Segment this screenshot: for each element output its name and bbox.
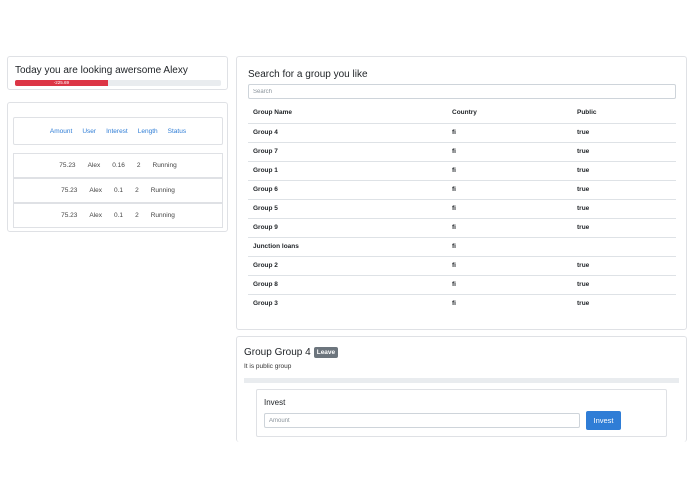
invest-label: Invest	[264, 398, 286, 407]
loan-length: 2	[136, 162, 141, 169]
group-public: true	[572, 274, 676, 294]
loan-user: Alex	[89, 187, 103, 194]
table-row[interactable]: Group 1 fi true	[248, 160, 676, 180]
group-name: Group 3	[248, 293, 447, 313]
loan-row: 75.23 Alex 0.1 2 Running	[13, 178, 223, 203]
table-row[interactable]: Junction loans fi	[248, 236, 676, 256]
balance-label: -225.69	[53, 80, 69, 85]
group-title: Group Group 4 Leave	[244, 347, 339, 358]
loan-amount: 75.23	[61, 187, 78, 194]
loans-header-status[interactable]: Status	[163, 128, 191, 135]
group-country: fi	[447, 141, 572, 161]
group-public: true	[572, 141, 676, 161]
loans-header-length[interactable]: Length	[133, 128, 163, 135]
group-country: fi	[447, 217, 572, 237]
amount-input[interactable]	[264, 413, 580, 428]
leave-button[interactable]: Leave	[313, 347, 339, 358]
table-row[interactable]: Group 7 fi true	[248, 141, 676, 161]
group-country: fi	[447, 255, 572, 275]
invest-button[interactable]: Invest	[586, 411, 621, 430]
group-title-text: Group Group 4	[244, 347, 311, 358]
group-name: Group 9	[248, 217, 447, 237]
loan-interest: 0.1	[114, 212, 124, 219]
loan-amount: 75.23	[61, 212, 78, 219]
group-name: Group 1	[248, 160, 447, 180]
loans-header-amount[interactable]: Amount	[45, 128, 77, 135]
search-input[interactable]	[248, 84, 676, 99]
group-country: fi	[447, 179, 572, 199]
table-row[interactable]: Group 6 fi true	[248, 179, 676, 199]
loan-length: 2	[135, 187, 139, 194]
loan-row: 75.23 Alex 0.16 2 Running	[13, 153, 223, 178]
loans-card: Amount User Interest Length Status 75.23…	[7, 102, 228, 232]
group-name: Group 6	[248, 179, 447, 199]
invest-panel: Invest Invest	[256, 389, 667, 437]
column-public: Public	[572, 103, 676, 124]
group-public: true	[572, 217, 676, 237]
group-public: true	[572, 160, 676, 180]
loan-length: 2	[135, 212, 139, 219]
loans-header-interest[interactable]: Interest	[101, 128, 133, 135]
loan-amount: 75.23	[59, 162, 76, 169]
table-row[interactable]: Group 4 fi true	[248, 122, 676, 142]
group-public: true	[572, 179, 676, 199]
group-public: true	[572, 293, 676, 313]
group-name: Group 7	[248, 141, 447, 161]
table-row[interactable]: Group 9 fi true	[248, 217, 676, 237]
greeting-text: Today you are looking awersome Alexy	[15, 65, 188, 76]
group-name: Group 8	[248, 274, 447, 294]
column-group-name: Group Name	[248, 103, 447, 124]
group-country: fi	[447, 293, 572, 313]
groups-table: Group Name Country Public Group 4 fi true …	[248, 103, 676, 313]
group-country: fi	[447, 198, 572, 218]
group-country: fi	[447, 274, 572, 294]
group-name: Group 2	[248, 255, 447, 275]
group-country: fi	[447, 160, 572, 180]
group-name: Group 4	[248, 122, 447, 142]
search-title: Search for a group you like	[248, 69, 368, 80]
loan-interest: 0.16	[112, 162, 125, 169]
loan-interest: 0.1	[114, 187, 124, 194]
greeting-card: Today you are looking awersome Alexy -22…	[7, 56, 228, 90]
group-divider-bar	[244, 378, 679, 383]
group-public: true	[572, 122, 676, 142]
group-country: fi	[447, 122, 572, 142]
column-country: Country	[447, 103, 572, 124]
loan-row: 75.23 Alex 0.1 2 Running	[13, 203, 223, 228]
group-detail-card: Group Group 4 Leave It is public group I…	[236, 336, 687, 442]
loan-status: Running	[150, 187, 175, 194]
table-row[interactable]: Group 5 fi true	[248, 198, 676, 218]
group-public	[572, 236, 676, 256]
group-public: true	[572, 198, 676, 218]
group-description: It is public group	[244, 363, 292, 370]
balance-progress-fill: -225.69	[15, 80, 108, 86]
loan-user: Alex	[87, 162, 101, 169]
loan-status: Running	[152, 162, 177, 169]
balance-progress-bar: -225.69	[15, 80, 221, 86]
table-row[interactable]: Group 3 fi true	[248, 293, 676, 313]
loan-user: Alex	[89, 212, 103, 219]
loans-header-user[interactable]: User	[77, 128, 101, 135]
groups-table-header: Group Name Country Public	[248, 103, 676, 124]
loan-status: Running	[150, 212, 175, 219]
group-public: true	[572, 255, 676, 275]
group-search-card: Search for a group you like Group Name C…	[236, 56, 687, 330]
group-name: Group 5	[248, 198, 447, 218]
table-row[interactable]: Group 8 fi true	[248, 274, 676, 294]
table-row[interactable]: Group 2 fi true	[248, 255, 676, 275]
group-name: Junction loans	[248, 236, 447, 256]
loans-header: Amount User Interest Length Status	[13, 117, 223, 145]
group-country: fi	[447, 236, 572, 256]
